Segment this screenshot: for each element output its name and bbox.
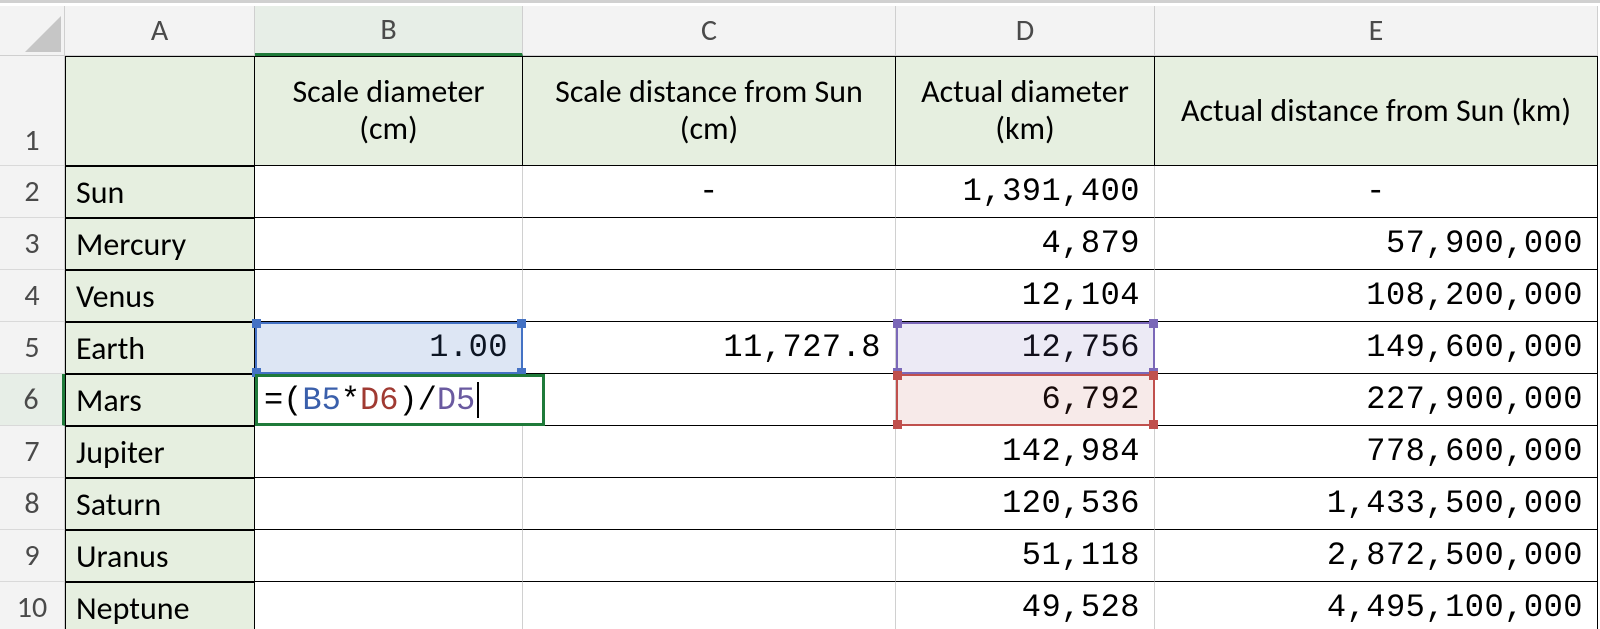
table-row: Neptune 49,528 4,495,100,000 — [65, 582, 1598, 629]
column-header-E[interactable]: E — [1155, 6, 1598, 56]
cell-E3[interactable]: 57,900,000 — [1155, 218, 1598, 270]
cell-B5[interactable]: 1.00 — [255, 322, 523, 374]
cell-E2[interactable]: - — [1155, 166, 1598, 218]
cell-C3[interactable] — [523, 218, 896, 270]
cell-A1[interactable] — [65, 56, 255, 166]
table-row: Uranus 51,118 2,872,500,000 — [65, 530, 1598, 582]
cell-B7[interactable] — [255, 426, 523, 478]
cell-D3[interactable]: 4,879 — [896, 218, 1155, 270]
table-row: Jupiter 142,984 778,600,000 — [65, 426, 1598, 478]
row-header-5[interactable]: 5 — [0, 322, 65, 374]
cell-B8[interactable] — [255, 478, 523, 530]
table-row: Mercury 4,879 57,900,000 — [65, 218, 1598, 270]
cell-D9[interactable]: 51,118 — [896, 530, 1155, 582]
row-header-7[interactable]: 7 — [0, 426, 65, 478]
cell-E10[interactable]: 4,495,100,000 — [1155, 582, 1598, 629]
row-header-2[interactable]: 2 — [0, 166, 65, 218]
cell-D8[interactable]: 120,536 — [896, 478, 1155, 530]
cell-E5[interactable]: 149,600,000 — [1155, 322, 1598, 374]
cell-E8[interactable]: 1,433,500,000 — [1155, 478, 1598, 530]
row-headers: 1 2 3 4 5 6 7 8 9 10 — [0, 56, 65, 629]
table-row: Saturn 120,536 1,433,500,000 — [65, 478, 1598, 530]
cell-A5[interactable]: Earth — [65, 322, 255, 374]
cell-C10[interactable] — [523, 582, 896, 629]
select-all-corner[interactable] — [0, 6, 65, 56]
cell-D10[interactable]: 49,528 — [896, 582, 1155, 629]
column-header-B[interactable]: B — [255, 6, 523, 56]
cell-C7[interactable] — [523, 426, 896, 478]
column-header-D[interactable]: D — [896, 6, 1155, 56]
cell-A3[interactable]: Mercury — [65, 218, 255, 270]
row-header-8[interactable]: 8 — [0, 478, 65, 530]
cell-C8[interactable] — [523, 478, 896, 530]
row-header-4[interactable]: 4 — [0, 270, 65, 322]
cell-A2[interactable]: Sun — [65, 166, 255, 218]
cell-E9[interactable]: 2,872,500,000 — [1155, 530, 1598, 582]
cell-B10[interactable] — [255, 582, 523, 629]
spreadsheet: A B C D E 1 2 3 4 5 6 7 8 9 10 Scale dia… — [0, 0, 1600, 629]
row-header-1[interactable]: 1 — [0, 56, 65, 166]
cell-C6[interactable] — [523, 374, 896, 426]
cell-B9[interactable] — [255, 530, 523, 582]
cell-D2[interactable]: 1,391,400 — [896, 166, 1155, 218]
column-headers: A B C D E — [65, 6, 1598, 56]
cell-D7[interactable]: 142,984 — [896, 426, 1155, 478]
cell-A4[interactable]: Venus — [65, 270, 255, 322]
cell-E7[interactable]: 778,600,000 — [1155, 426, 1598, 478]
cell-B4[interactable] — [255, 270, 523, 322]
cell-E4[interactable]: 108,200,000 — [1155, 270, 1598, 322]
cell-A10[interactable]: Neptune — [65, 582, 255, 629]
grid: Scale diameter (cm) Scale distance from … — [65, 56, 1598, 629]
cell-D1[interactable]: Actual diameter (km) — [896, 56, 1155, 166]
cell-C1[interactable]: Scale distance from Sun (cm) — [523, 56, 896, 166]
row-header-9[interactable]: 9 — [0, 530, 65, 582]
cell-C9[interactable] — [523, 530, 896, 582]
cell-A8[interactable]: Saturn — [65, 478, 255, 530]
table-row: Earth 1.00 11,727.8 12,756 149,600,000 — [65, 322, 1598, 374]
table-row: Venus 12,104 108,200,000 — [65, 270, 1598, 322]
cell-E1[interactable]: Actual distance from Sun (km) — [1155, 56, 1598, 166]
cell-D5[interactable]: 12,756 — [896, 322, 1155, 374]
row-header-3[interactable]: 3 — [0, 218, 65, 270]
cell-D4[interactable]: 12,104 — [896, 270, 1155, 322]
cell-A7[interactable]: Jupiter — [65, 426, 255, 478]
cell-C2[interactable]: - — [523, 166, 896, 218]
cell-C4[interactable] — [523, 270, 896, 322]
table-row: Scale diameter (cm) Scale distance from … — [65, 56, 1598, 166]
column-header-A[interactable]: A — [65, 6, 255, 56]
cell-A9[interactable]: Uranus — [65, 530, 255, 582]
column-header-C[interactable]: C — [523, 6, 896, 56]
cell-E6[interactable]: 227,900,000 — [1155, 374, 1598, 426]
cell-B3[interactable] — [255, 218, 523, 270]
row-header-10[interactable]: 10 — [0, 582, 65, 629]
cell-D6[interactable]: 6,792 — [896, 374, 1155, 426]
table-row: Sun - 1,391,400 - — [65, 166, 1598, 218]
formula-edit-B6[interactable]: =(B5*D6)/D5 — [255, 374, 545, 426]
cell-C5[interactable]: 11,727.8 — [523, 322, 896, 374]
row-header-6[interactable]: 6 — [0, 374, 65, 426]
cell-B1[interactable]: Scale diameter (cm) — [255, 56, 523, 166]
cell-B2[interactable] — [255, 166, 523, 218]
cell-A6[interactable]: Mars — [65, 374, 255, 426]
